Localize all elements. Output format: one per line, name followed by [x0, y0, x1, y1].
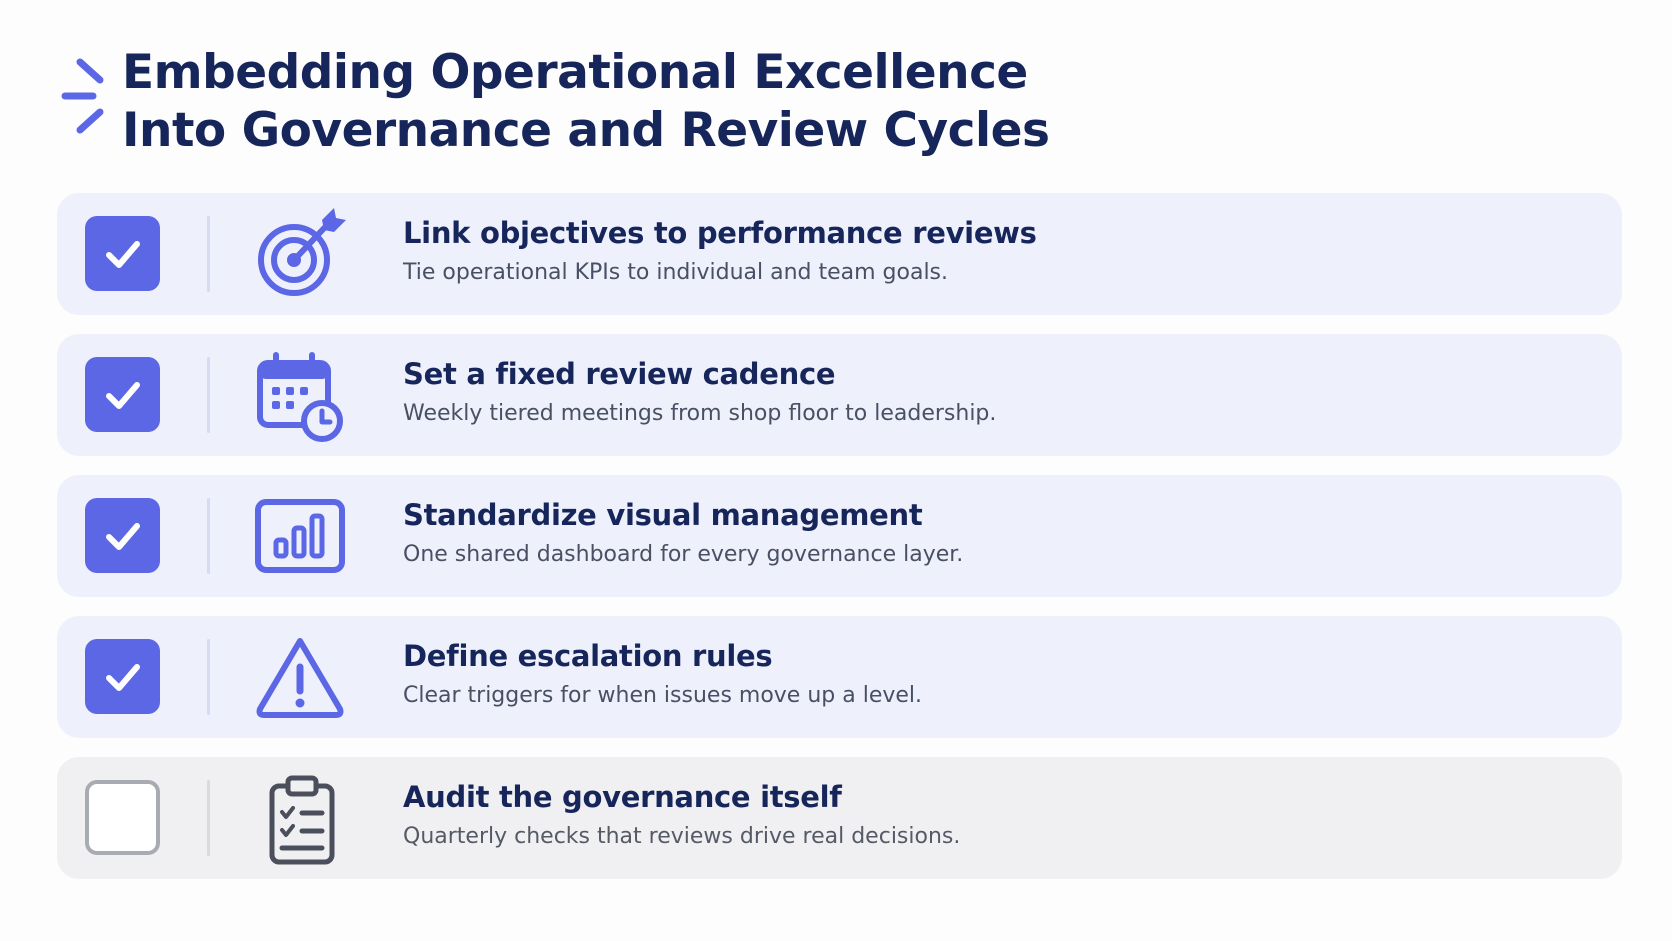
- checkbox-unchecked[interactable]: [85, 780, 160, 855]
- item-description: Tie operational KPIs to individual and t…: [403, 260, 949, 285]
- checklist-item-pending: Audit the governance itself Quarterly ch…: [57, 757, 1622, 879]
- calendar-clock-icon: [257, 352, 343, 442]
- page-title: Embedding Operational Excellence Into Go…: [122, 44, 1050, 160]
- target-icon: [258, 208, 346, 296]
- checkmark-icon: [105, 522, 140, 550]
- bar-chart-icon: [255, 499, 345, 573]
- checkbox-checked[interactable]: [85, 216, 160, 291]
- item-text: Audit the governance itself Quarterly ch…: [403, 777, 960, 853]
- item-description: Weekly tiered meetings from shop floor t…: [403, 401, 997, 426]
- checklist-item: Standardize visual management One shared…: [57, 475, 1622, 597]
- item-title: Define escalation rules: [403, 639, 773, 673]
- item-title: Link objectives to performance reviews: [403, 216, 1037, 250]
- checkmark-icon: [105, 240, 140, 268]
- checkbox-checked[interactable]: [85, 498, 160, 573]
- checkmark-icon: [105, 381, 140, 409]
- checkmark-icon: [105, 663, 140, 691]
- item-title: Audit the governance itself: [403, 780, 842, 814]
- item-text: Set a fixed review cadence Weekly tiered…: [403, 354, 996, 430]
- page-title-line-1: Embedding Operational Excellence: [122, 45, 1028, 100]
- header: Embedding Operational Excellence Into Go…: [60, 44, 1050, 160]
- slide: Embedding Operational Excellence Into Go…: [0, 0, 1672, 941]
- checklist: Link objectives to performance reviews T…: [57, 193, 1622, 898]
- page-title-line-2: Into Governance and Review Cycles: [122, 103, 1050, 158]
- item-title: Standardize visual management: [403, 498, 923, 532]
- checklist-item: Link objectives to performance reviews T…: [57, 193, 1622, 315]
- chevron-logo-icon: [61, 58, 104, 134]
- divider: [207, 216, 210, 292]
- divider: [207, 780, 210, 856]
- checklist-item: Set a fixed review cadence Weekly tiered…: [57, 334, 1622, 456]
- item-description: Clear triggers for when issues move up a…: [403, 683, 923, 708]
- item-description: One shared dashboard for every governanc…: [403, 542, 964, 567]
- divider: [207, 639, 210, 715]
- item-title: Set a fixed review cadence: [403, 357, 836, 391]
- clipboard-checklist-icon: [269, 775, 335, 865]
- divider: [207, 498, 210, 574]
- divider: [207, 357, 210, 433]
- checklist-item: Define escalation rules Clear triggers f…: [57, 616, 1622, 738]
- warning-triangle-icon: [256, 638, 344, 718]
- item-text: Standardize visual management One shared…: [403, 495, 963, 571]
- item-text: Link objectives to performance reviews T…: [403, 213, 1037, 289]
- item-text: Define escalation rules Clear triggers f…: [403, 636, 922, 712]
- checkbox-checked[interactable]: [85, 357, 160, 432]
- item-description: Quarterly checks that reviews drive real…: [403, 824, 961, 849]
- checkbox-checked[interactable]: [85, 639, 160, 714]
